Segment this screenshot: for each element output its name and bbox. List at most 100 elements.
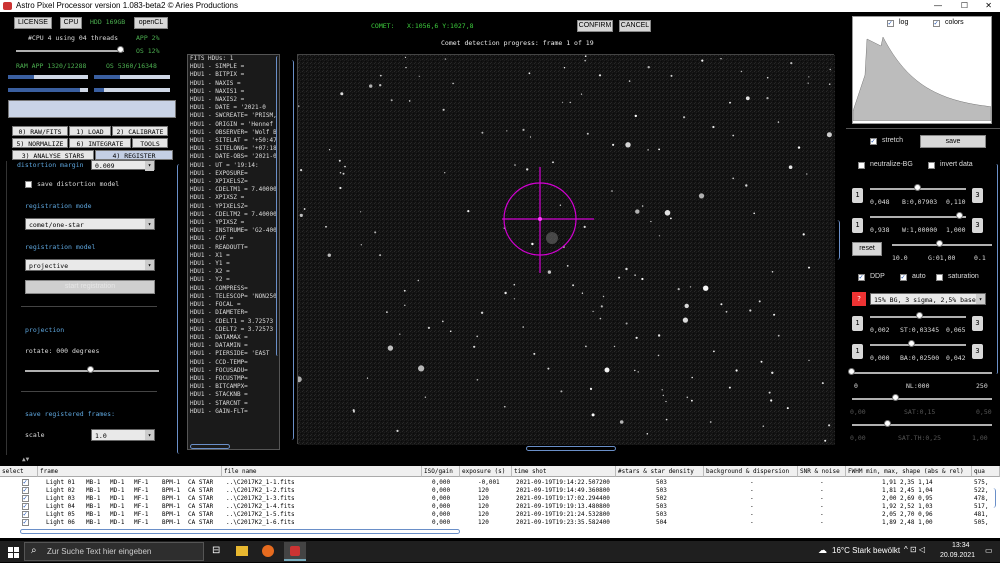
base-step-left[interactable]: 1 — [852, 344, 863, 359]
white-point-slider-knob[interactable] — [956, 212, 963, 219]
app-taskbar-icon[interactable] — [284, 542, 306, 561]
cpu-thread-slider-track[interactable] — [16, 50, 124, 52]
save-distortion-model-checkbox[interactable] — [25, 181, 32, 188]
tab-load[interactable]: 1) LOAD — [69, 126, 111, 136]
white-point-slider-track[interactable] — [870, 216, 966, 218]
select-checkbox[interactable] — [22, 518, 29, 526]
tray-icons[interactable]: ^ ⊡ ◁ — [904, 545, 925, 554]
preset-info-icon[interactable]: ? — [852, 292, 866, 306]
splitter[interactable]: ▲▼ — [0, 456, 1000, 466]
stretch-step-right[interactable]: 3 — [972, 316, 983, 331]
table-row[interactable]: Light 03 MB-1 MD-1 MF-1 BPM-1 CA STAR ..\C2017… — [0, 494, 1000, 503]
collapse-icon[interactable]: ▲▼ — [22, 456, 29, 463]
tab-integrate[interactable]: 6) INTEGRATE — [69, 138, 131, 148]
stretch-slider-knob[interactable] — [916, 312, 923, 319]
file-explorer-icon[interactable] — [236, 546, 248, 556]
table-row[interactable]: Light 06 MB-1 MD-1 MF-1 BPM-1 CA STAR ..\C2017… — [0, 518, 1000, 527]
ddp-checkbox[interactable] — [858, 273, 865, 281]
table-row[interactable]: Light 02 MB-1 MD-1 MF-1 BPM-1 CA STAR ..\C2017… — [0, 486, 1000, 495]
fits-scrollbar[interactable] — [276, 56, 280, 356]
column-header[interactable]: background & dispersion — [704, 466, 798, 477]
tab-raw-fits[interactable]: 0) RAW/FITS — [12, 126, 68, 136]
column-header[interactable]: exposure (s) — [460, 466, 512, 477]
confirm-button[interactable]: CONFIRM — [577, 20, 613, 32]
black-point-step-left[interactable]: 1 — [852, 188, 863, 203]
clock-time[interactable]: 13:34 — [952, 542, 970, 549]
tab-normalize[interactable]: 5) NORMALIZE — [12, 138, 68, 148]
image-vscrollbar-left[interactable] — [289, 60, 294, 440]
right-panel-scrollbar[interactable] — [994, 164, 998, 374]
clock-date[interactable]: 20.09.2021 — [940, 552, 975, 559]
stretch-preset-select[interactable]: 15% BG, 3 sigma, 2,5% base ▾ — [870, 293, 986, 305]
column-header[interactable]: ISO/gain — [422, 466, 460, 477]
table-row[interactable]: Light 01 MB-1 MD-1 MF-1 BPM-1 CA STAR ..\C2017… — [0, 478, 1000, 487]
left-panel-scrollbar[interactable] — [177, 164, 182, 454]
sat-threshold-slider-track[interactable] — [852, 424, 992, 426]
gamma-slider-knob[interactable] — [936, 240, 943, 247]
maximize-button[interactable]: ☐ — [961, 0, 968, 12]
stretch-step-left[interactable]: 1 — [852, 316, 863, 331]
tab-tools[interactable]: TOOLS — [132, 138, 168, 148]
rotate-slider-knob[interactable] — [87, 366, 94, 373]
windows-start-icon[interactable] — [8, 545, 19, 558]
registration-mode-select[interactable]: comet/one-star ▾ — [25, 218, 155, 230]
notification-icon[interactable]: ▭ — [985, 546, 993, 555]
distortion-margin-select[interactable]: 0.009 ▾ — [91, 160, 155, 171]
base-step-right[interactable]: 3 — [972, 344, 983, 359]
registration-model-select[interactable]: projective ▾ — [25, 259, 155, 271]
sat-slider-knob[interactable] — [892, 394, 899, 401]
invert-data-checkbox[interactable] — [928, 162, 935, 169]
black-point-step-right[interactable]: 3 — [972, 188, 983, 203]
fits-hscrollbar[interactable] — [190, 444, 230, 449]
select-checkbox[interactable] — [22, 494, 29, 502]
white-point-step-right[interactable]: 3 — [972, 218, 983, 233]
cpu-thread-slider-knob[interactable] — [117, 46, 124, 53]
auto-checkbox[interactable] — [900, 273, 907, 281]
base-slider-track[interactable] — [870, 344, 966, 346]
minimize-button[interactable]: — — [934, 0, 942, 12]
colors-checkbox[interactable] — [933, 19, 940, 27]
tab-calibrate[interactable]: 2) CALIBRATE — [112, 126, 168, 136]
log-checkbox[interactable] — [887, 19, 894, 27]
saturation-checkbox[interactable] — [936, 274, 943, 281]
reset-button[interactable]: reset — [852, 242, 882, 256]
task-view-icon[interactable]: ⊟ — [212, 545, 220, 556]
cpu-button[interactable]: CPU — [60, 17, 82, 29]
neutralize-bg-checkbox[interactable] — [858, 162, 865, 169]
column-header[interactable]: frame — [38, 466, 222, 477]
opencl-button[interactable]: openCL — [134, 17, 168, 29]
column-header[interactable]: qua — [972, 466, 1000, 477]
column-header[interactable]: FWHM min, max, shape (abs & rel) — [846, 466, 972, 477]
scale-select[interactable]: 1.0 ▾ — [91, 429, 155, 441]
column-header[interactable]: select — [0, 466, 38, 477]
sat-threshold-slider-knob[interactable] — [884, 420, 891, 427]
table-row[interactable]: Light 05 MB-1 MD-1 MF-1 BPM-1 CA STAR ..\C2017… — [0, 510, 1000, 519]
stretch-checkbox[interactable] — [870, 137, 877, 145]
sat-slider-track[interactable] — [852, 398, 992, 400]
select-checkbox[interactable] — [22, 502, 29, 510]
save-stretch-button[interactable]: save — [920, 135, 986, 148]
license-button[interactable]: LICENSE — [14, 17, 52, 29]
star-field-image[interactable] — [296, 55, 835, 445]
table-row[interactable]: Light 04 MB-1 MD-1 MF-1 BPM-1 CA STAR ..\C2017… — [0, 502, 1000, 511]
start-registration-button[interactable]: start registration — [25, 280, 155, 294]
image-vscrollbar-right[interactable] — [834, 220, 840, 260]
firefox-icon[interactable] — [262, 545, 274, 557]
black-point-slider-knob[interactable] — [914, 184, 921, 191]
table-hscrollbar[interactable] — [20, 529, 460, 534]
nl-slider-knob[interactable] — [848, 368, 855, 375]
column-header[interactable]: SNR & noise — [798, 466, 846, 477]
image-hscrollbar[interactable] — [526, 446, 616, 451]
column-header[interactable]: #stars & star density — [616, 466, 704, 477]
table-vscrollbar[interactable] — [990, 488, 996, 508]
select-checkbox[interactable] — [22, 478, 29, 486]
nl-slider-track[interactable] — [852, 372, 992, 374]
tab-register[interactable]: 4) REGISTER — [95, 150, 173, 160]
tab-analyse-stars[interactable]: 3) ANALYSE STARS — [12, 150, 94, 160]
select-checkbox[interactable] — [22, 486, 29, 494]
weather-text[interactable]: 16°C Stark bewölkt — [832, 546, 900, 555]
column-header[interactable]: time shot — [512, 466, 616, 477]
white-point-step-left[interactable]: 1 — [852, 218, 863, 233]
taskbar-search-box[interactable]: ⌕ Zur Suche Text hier eingeben — [24, 542, 204, 561]
image-viewer[interactable] — [296, 54, 835, 445]
